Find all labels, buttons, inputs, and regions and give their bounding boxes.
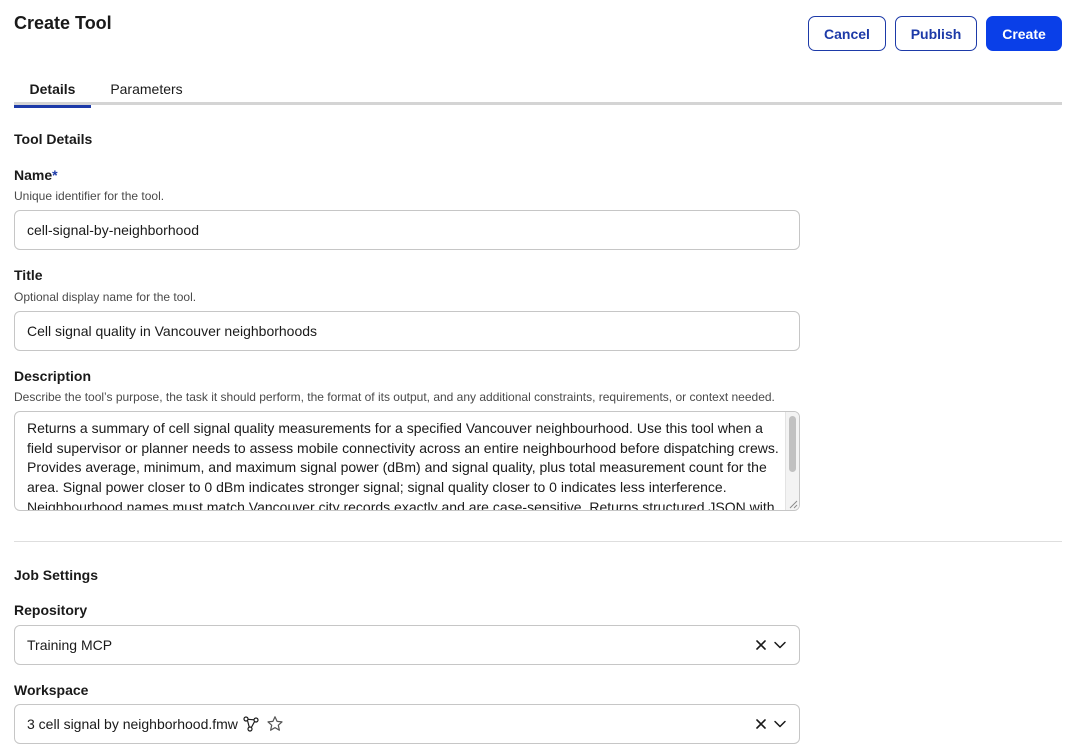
repository-select[interactable]: Training MCP bbox=[14, 625, 800, 665]
repository-value: Training MCP bbox=[27, 637, 113, 653]
name-input-value: cell-signal-by-neighborhood bbox=[27, 222, 199, 238]
star-icon[interactable] bbox=[266, 715, 284, 733]
name-input[interactable]: cell-signal-by-neighborhood bbox=[14, 210, 800, 250]
title-label: Title bbox=[14, 267, 43, 283]
resize-grip-icon[interactable] bbox=[788, 499, 798, 509]
description-textarea[interactable]: Returns a summary of cell signal quality… bbox=[14, 411, 800, 511]
workflow-icon bbox=[242, 715, 260, 733]
chevron-down-icon[interactable] bbox=[773, 639, 787, 651]
repository-label: Repository bbox=[14, 602, 88, 618]
description-scrollbar[interactable] bbox=[785, 412, 799, 510]
workspace-select[interactable]: 3 cell signal by neighborhood.fmw bbox=[14, 704, 800, 744]
title-input[interactable]: Cell signal quality in Vancouver neighbo… bbox=[14, 311, 800, 351]
clear-icon[interactable] bbox=[755, 718, 767, 730]
workspace-value: 3 cell signal by neighborhood.fmw bbox=[27, 716, 238, 732]
tab-bar: Details Parameters bbox=[14, 78, 1062, 108]
tab-details[interactable]: Details bbox=[14, 81, 91, 108]
clear-icon[interactable] bbox=[755, 639, 767, 651]
section-divider bbox=[14, 541, 1062, 542]
required-marker: * bbox=[52, 167, 58, 183]
name-help-text: Unique identifier for the tool. bbox=[14, 189, 165, 203]
description-text: Returns a summary of cell signal quality… bbox=[27, 420, 779, 511]
description-label: Description bbox=[14, 368, 92, 384]
tab-parameters[interactable]: Parameters bbox=[99, 81, 194, 105]
cancel-button[interactable]: Cancel bbox=[808, 16, 886, 51]
name-label: Name* bbox=[14, 167, 58, 183]
tool-details-heading: Tool Details bbox=[14, 131, 93, 147]
page-title: Create Tool bbox=[14, 13, 112, 33]
title-help-text: Optional display name for the tool. bbox=[14, 290, 197, 304]
name-label-text: Name bbox=[14, 167, 53, 183]
job-settings-heading: Job Settings bbox=[14, 567, 99, 583]
publish-button[interactable]: Publish bbox=[895, 16, 977, 51]
create-button[interactable]: Create bbox=[986, 16, 1062, 51]
workspace-label: Workspace bbox=[14, 682, 89, 698]
title-input-value: Cell signal quality in Vancouver neighbo… bbox=[27, 323, 318, 339]
chevron-down-icon[interactable] bbox=[773, 718, 787, 730]
scrollbar-thumb[interactable] bbox=[789, 416, 796, 472]
description-help-text: Describe the tool’s purpose, the task it… bbox=[14, 390, 775, 404]
